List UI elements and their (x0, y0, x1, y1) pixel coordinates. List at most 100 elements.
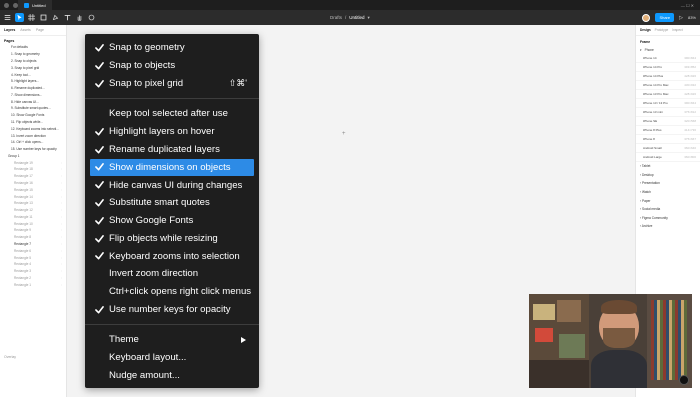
layer-row[interactable]: Rectangle 7 ◦ (0, 241, 66, 248)
device-preset[interactable]: iPhone 8 375×667 (636, 135, 700, 144)
device-preset[interactable]: iPhone 14 Pro Max 430×932 (636, 81, 700, 90)
visibility-icon[interactable]: ◦ (61, 167, 62, 171)
layer-row[interactable]: Rectangle 16 ◦ (0, 180, 66, 187)
file-name[interactable]: Untitled (349, 15, 364, 20)
menu-item[interactable]: Show Google Fonts (90, 212, 254, 230)
page-item[interactable]: For defaults (0, 44, 66, 51)
menu-item[interactable]: Keyboard layout... (90, 349, 254, 367)
layer-row[interactable]: Rectangle 5 ◦ (0, 254, 66, 261)
pen-icon[interactable] (51, 13, 60, 22)
visibility-icon[interactable]: ◦ (61, 276, 62, 280)
device-preset[interactable]: Android Large 360×800 (636, 153, 700, 162)
visibility-icon[interactable]: ◦ (61, 242, 62, 246)
visibility-icon[interactable]: ◦ (61, 215, 62, 219)
page-item[interactable]: 10. Show Google Fonts (0, 112, 66, 119)
hand-icon[interactable] (75, 13, 84, 22)
share-button[interactable]: Share (655, 13, 675, 22)
page-item[interactable]: 11. Flip objects while... (0, 119, 66, 126)
page-item[interactable]: 3. Snap to pixel grid (0, 64, 66, 71)
text-icon[interactable] (63, 13, 72, 22)
page-item[interactable]: 6. Rename duplicated... (0, 85, 66, 92)
menu-item[interactable]: Nudge amount... (90, 367, 254, 385)
menu-icon[interactable] (3, 13, 12, 22)
layer-row[interactable]: Rectangle 10 ◦ (0, 220, 66, 227)
menu-item[interactable]: Snap to geometry (90, 39, 254, 57)
menu-item[interactable]: Use number keys for opacity (90, 301, 254, 319)
device-preset[interactable]: iPhone 13 mini 375×812 (636, 108, 700, 117)
project-name[interactable]: Drafts (330, 15, 342, 20)
layer-row[interactable]: Rectangle 8 ◦ (0, 234, 66, 241)
tab-inspect[interactable]: Inspect (672, 28, 682, 32)
page-item[interactable]: 4. Keep tool... (0, 71, 66, 78)
layer-row[interactable]: Rectangle 6 ◦ (0, 247, 66, 254)
menu-item[interactable]: Snap to objects (90, 57, 254, 75)
visibility-icon[interactable]: ◦ (61, 256, 62, 260)
visibility-icon[interactable]: ◦ (61, 181, 62, 185)
visibility-icon[interactable]: ◦ (61, 195, 62, 199)
menu-item[interactable]: Ctrl+click opens right click menus (90, 283, 254, 301)
menu-item[interactable]: Keep tool selected after use (90, 105, 254, 123)
visibility-icon[interactable]: ◦ (61, 161, 62, 165)
frame-group[interactable]: › Presentation (636, 179, 700, 188)
tab-design[interactable]: Design (640, 28, 651, 32)
menu-item[interactable]: Rename duplicated layers (90, 141, 254, 159)
app-menu-icon[interactable] (4, 2, 9, 8)
window-controls[interactable]: — ☐ ✕ (681, 3, 694, 8)
shape-icon[interactable] (39, 13, 48, 22)
frame-group[interactable]: › Tablet (636, 162, 700, 171)
page-item[interactable]: 2. Snap to objects (0, 58, 66, 65)
device-preset[interactable]: iPhone 13 / 13 Pro 390×844 (636, 99, 700, 108)
frame-group[interactable]: › Social media (636, 205, 700, 214)
frame-group[interactable]: › Paper (636, 196, 700, 205)
menu-item[interactable]: Theme (90, 331, 254, 349)
layer-row[interactable]: Rectangle 9 ◦ (0, 227, 66, 234)
layer-row[interactable]: Rectangle 3 ◦ (0, 268, 66, 275)
layer-row[interactable]: Rectangle 14 ◦ (0, 193, 66, 200)
tab-layers[interactable]: Layers (4, 28, 15, 32)
layer-row[interactable]: Rectangle 13 ◦ (0, 200, 66, 207)
device-preset[interactable]: iPhone 14 390×844 (636, 54, 700, 63)
visibility-icon[interactable]: ◦ (61, 283, 62, 287)
layer-row[interactable]: Rectangle 12 ◦ (0, 207, 66, 214)
overlay-label[interactable]: Overlay (4, 355, 16, 359)
layer-row[interactable]: Rectangle 4 ◦ (0, 261, 66, 268)
device-preset[interactable]: iPhone SE 320×568 (636, 117, 700, 126)
visibility-icon[interactable]: ◦ (61, 208, 62, 212)
avatar[interactable] (642, 13, 651, 22)
page-item[interactable]: 12. Keyboard zooms into selecti... (0, 125, 66, 132)
move-icon[interactable] (15, 13, 24, 22)
frame-group[interactable]: › Watch (636, 188, 700, 197)
layer-row[interactable]: Rectangle 17 ◦ (0, 173, 66, 180)
device-preset[interactable]: iPhone 8 Plus 414×736 (636, 126, 700, 135)
page-item[interactable]: 5. Highlight layers... (0, 78, 66, 85)
device-preset[interactable]: iPhone 13 Pro Max 428×926 (636, 90, 700, 99)
visibility-icon[interactable]: ◦ (61, 249, 62, 253)
visibility-icon[interactable]: ◦ (61, 269, 62, 273)
layer-row[interactable]: Rectangle 2 ◦ (0, 275, 66, 282)
frame-group[interactable]: › Figma Community (636, 214, 700, 223)
page-item[interactable]: 1. Snap to geometry (0, 51, 66, 58)
page-item[interactable]: 14. Ctrl + click opens... (0, 139, 66, 146)
visibility-icon[interactable]: ◦ (61, 201, 62, 205)
visibility-icon[interactable]: ◦ (61, 262, 62, 266)
visibility-icon[interactable]: ◦ (61, 222, 62, 226)
page-item[interactable]: 9. Substitute smart quotes... (0, 105, 66, 112)
visibility-icon[interactable]: ◦ (61, 174, 62, 178)
menu-item[interactable]: Show dimensions on objects (90, 158, 254, 177)
frame-group[interactable]: › Desktop (636, 171, 700, 180)
zoom-level[interactable]: 83% (688, 15, 696, 20)
menu-item[interactable]: Snap to pixel grid ⇧⌘' (90, 75, 254, 93)
visibility-icon[interactable]: ◦ (61, 235, 62, 239)
play-icon[interactable]: ▷ (679, 15, 683, 21)
tab-prototype[interactable]: Prototype (655, 28, 669, 32)
layer-row[interactable]: Rectangle 11 ◦ (0, 214, 66, 221)
device-preset[interactable]: iPhone 14 Plus 428×926 (636, 72, 700, 81)
page-item[interactable]: 8. Hide canvas UI... (0, 98, 66, 105)
layer-row[interactable]: Rectangle 15 ◦ (0, 186, 66, 193)
visibility-icon[interactable]: ◦ (61, 188, 62, 192)
device-preset[interactable]: iPhone 14 Pro 393×852 (636, 63, 700, 72)
frame-group[interactable]: › Archive (636, 222, 700, 231)
phone-category[interactable]: ▾ Phone (636, 45, 700, 54)
menu-item[interactable]: Invert zoom direction (90, 265, 254, 283)
menu-item[interactable]: Highlight layers on hover (90, 123, 254, 141)
